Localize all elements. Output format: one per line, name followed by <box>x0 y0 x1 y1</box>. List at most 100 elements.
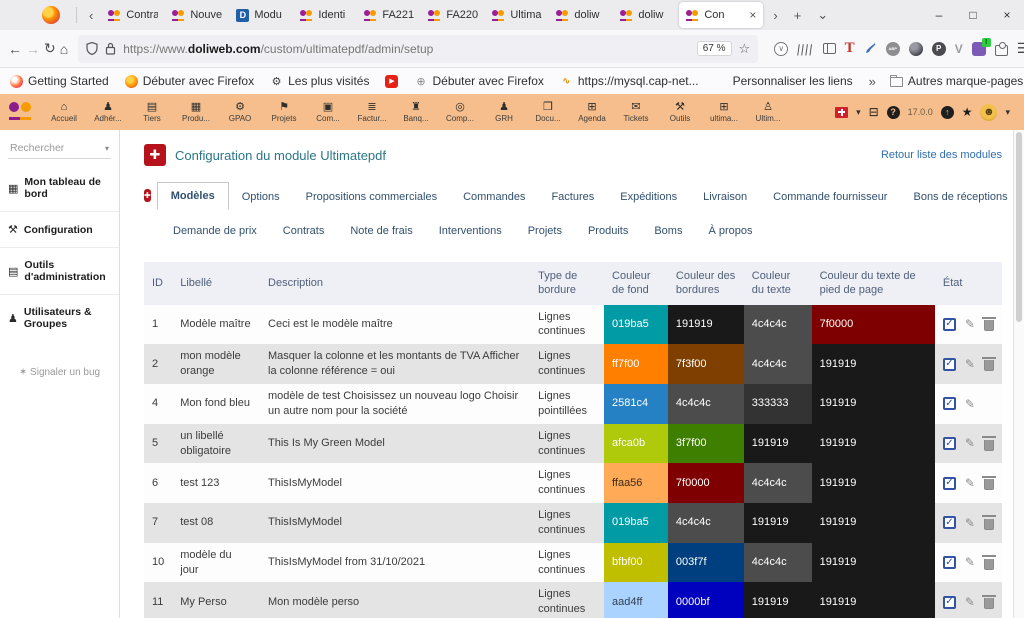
edit-icon[interactable]: ✎ <box>965 515 975 531</box>
tab-boms[interactable]: Boms <box>641 218 695 244</box>
topmenu-item-commerce[interactable]: ▣Com... <box>306 94 350 130</box>
tab-contrats[interactable]: Contrats <box>270 218 338 244</box>
tab-note-de-frais[interactable]: Note de frais <box>337 218 425 244</box>
delete-icon[interactable] <box>984 440 994 451</box>
topmenu-item-accountancy[interactable]: ◎Comp... <box>438 94 482 130</box>
browser-tab[interactable]: Nouve <box>165 0 229 30</box>
edit-icon[interactable]: ✎ <box>965 475 975 491</box>
language-caret-icon[interactable]: ▾ <box>856 107 861 118</box>
state-checkbox[interactable]: ✓ <box>943 516 956 529</box>
topmenu-item-billing[interactable]: ≣Factur... <box>350 94 394 130</box>
tab-mod-les[interactable]: Modèles <box>157 182 229 210</box>
edit-icon[interactable]: ✎ <box>965 316 975 332</box>
scrollbar-thumb[interactable] <box>1016 132 1022 322</box>
bookmark-item[interactable]: Débuter avec Firefox <box>125 74 254 88</box>
delete-icon[interactable] <box>984 559 994 570</box>
tab-livraison[interactable]: Livraison <box>690 184 760 210</box>
p-extension-icon[interactable]: P <box>932 42 946 56</box>
address-bar[interactable]: https://www.doliweb.com/custom/ultimatep… <box>78 35 758 63</box>
bookmarks-overflow-icon[interactable]: » <box>869 74 876 89</box>
sphere-extension-icon[interactable] <box>909 42 923 56</box>
user-menu-caret-icon[interactable]: ▾ <box>1005 107 1010 118</box>
bookmark-item[interactable]: ▶ <box>385 75 398 88</box>
sidebar-item-admin-tools[interactable]: ▤Outils d'administration <box>0 247 119 294</box>
topmenu-item-tools[interactable]: ⚒Outils <box>658 94 702 130</box>
update-icon[interactable]: ↑ <box>941 106 954 119</box>
dolibarr-logo-icon[interactable] <box>8 101 34 123</box>
sidebar-item-configuration[interactable]: ⚒Configuration <box>0 211 119 247</box>
app-menu-icon[interactable]: ☰ <box>1017 40 1024 57</box>
browser-tab[interactable]: doliw <box>549 0 613 30</box>
library-icon[interactable]: |||| <box>796 42 814 56</box>
sidebar-item-users-groups[interactable]: ♟Utilisateurs & Groupes <box>0 294 119 341</box>
browser-tab[interactable]: FA221 <box>357 0 421 30</box>
topmenu-item-members[interactable]: ♟Adhér... <box>86 94 130 130</box>
minimize-button[interactable]: – <box>922 8 956 22</box>
topmenu-item-ultimate[interactable]: ♙Ultim... <box>746 94 790 130</box>
tab-bons-de-r-ceptions[interactable]: Bons de réceptions <box>900 184 1020 210</box>
topmenu-item-bank[interactable]: ♜Banq... <box>394 94 438 130</box>
search-input[interactable]: Rechercher ▾ <box>8 138 111 159</box>
tab-scroll-left-icon[interactable]: ‹ <box>81 8 101 23</box>
tab-options[interactable]: Options <box>229 184 293 210</box>
delete-icon[interactable] <box>984 360 994 371</box>
tab-factures[interactable]: Factures <box>538 184 607 210</box>
back-to-modules-link[interactable]: Retour liste des modules <box>881 149 1002 161</box>
adblock-icon[interactable]: ABP <box>886 42 900 56</box>
edit-icon[interactable]: ✎ <box>965 435 975 451</box>
tab-propositions-commerciales[interactable]: Propositions commerciales <box>293 184 450 210</box>
state-checkbox[interactable]: ✓ <box>943 477 956 490</box>
bookmark-item[interactable]: Getting Started <box>10 74 109 88</box>
pocket-icon[interactable]: ∨ <box>774 42 788 56</box>
sidebar-item-dashboard[interactable]: ▦Mon tableau de bord <box>0 165 119 211</box>
state-checkbox[interactable]: ✓ <box>943 358 956 371</box>
maximize-button[interactable]: □ <box>956 8 990 22</box>
tab-close-icon[interactable]: × <box>749 8 756 22</box>
topmenu-item-agenda[interactable]: ⊞Agenda <box>570 94 614 130</box>
forward-button[interactable]: → <box>26 41 40 57</box>
browser-tab[interactable]: DModu <box>229 0 293 30</box>
topmenu-item-documents[interactable]: ❒Docu... <box>526 94 570 130</box>
extensions-puzzle-icon[interactable] <box>995 45 1008 56</box>
lock-icon[interactable] <box>105 42 116 55</box>
edit-icon[interactable]: ✎ <box>965 396 975 412</box>
search-caret-icon[interactable]: ▾ <box>105 144 109 153</box>
topmenu-item-ultimatepdf[interactable]: ⊞ultima... <box>702 94 746 130</box>
edit-icon[interactable]: ✎ <box>965 356 975 372</box>
tab-scroll-right-icon[interactable]: › <box>765 8 785 23</box>
state-checkbox[interactable]: ✓ <box>943 397 956 410</box>
browser-tab[interactable]: Ultima <box>485 0 549 30</box>
browser-tab[interactable]: doliw <box>613 0 677 30</box>
tab-exp-ditions[interactable]: Expéditions <box>607 184 690 210</box>
bookmark-star-topmenu-icon[interactable]: ★ <box>962 105 973 119</box>
bookmark-item[interactable]: ⊕Débuter avec Firefox <box>414 74 543 88</box>
topmenu-item-mrp[interactable]: ⚙GPAO <box>218 94 262 130</box>
page-scrollbar[interactable] <box>1013 130 1024 618</box>
back-button[interactable]: ← <box>8 41 22 57</box>
browser-tab[interactable]: Con× <box>679 2 763 28</box>
topmenu-item-products[interactable]: ▦Produ... <box>174 94 218 130</box>
text-tool-extension-icon[interactable]: T <box>845 40 855 57</box>
topmenu-item-hrm[interactable]: ♟GRH <box>482 94 526 130</box>
tab-demande-de-prix[interactable]: Demande de prix <box>160 218 270 244</box>
reload-button[interactable]: ↻ <box>44 40 56 57</box>
url-text[interactable]: https://www.doliweb.com/custom/ultimatep… <box>123 42 690 56</box>
state-checkbox[interactable]: ✓ <box>943 556 956 569</box>
edit-icon[interactable]: ✎ <box>965 594 975 610</box>
extension-badged-icon[interactable]: ! <box>972 42 986 56</box>
sidebar-toggle-icon[interactable] <box>823 43 836 54</box>
shield-icon[interactable] <box>86 42 98 55</box>
language-flag-icon[interactable] <box>835 107 848 118</box>
state-checkbox[interactable]: ✓ <box>943 596 956 609</box>
topmenu-item-home[interactable]: ⌂Accueil <box>42 94 86 130</box>
other-bookmarks-folder[interactable]: Autres marque-pages <box>890 74 1023 88</box>
print-icon[interactable]: ⊟ <box>869 105 879 119</box>
topmenu-item-third-parties[interactable]: ▤Tiers <box>130 94 174 130</box>
help-icon[interactable]: ? <box>887 106 900 119</box>
delete-icon[interactable] <box>984 519 994 530</box>
bookmark-item[interactable]: Personnaliser les liens <box>715 74 853 88</box>
delete-icon[interactable] <box>984 320 994 331</box>
tab-commande-fournisseur[interactable]: Commande fournisseur <box>760 184 900 210</box>
list-all-tabs-icon[interactable]: ⌄ <box>809 7 836 23</box>
home-button[interactable]: ⌂ <box>60 41 68 57</box>
